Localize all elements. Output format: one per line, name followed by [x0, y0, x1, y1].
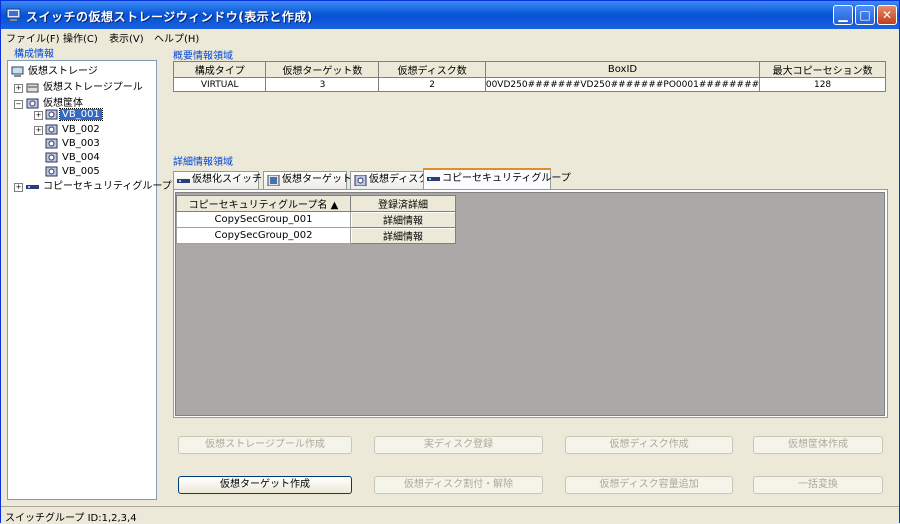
tab-virtual-target[interactable]: 仮想ターゲット: [263, 171, 352, 189]
menu-file[interactable]: ファイル(F): [6, 30, 60, 45]
copy-security-grid-area[interactable]: コピーセキュリティグループ名 ▲ 登録済詳細 CopySecGroup_001 …: [175, 192, 885, 416]
tree-item-copy-security[interactable]: コピーセキュリティグループ: [26, 180, 174, 193]
storage-app-icon: [6, 8, 21, 21]
tree-item-vb-002[interactable]: VB_002: [45, 123, 102, 136]
config-panel-label: 構成情報: [14, 49, 54, 60]
details-button[interactable]: 詳細情報: [350, 227, 456, 244]
summary-section-label: 概要情報領域: [173, 51, 233, 62]
virtual-disk-icon: [354, 175, 367, 186]
status-text: スイッチグループ ID:1,2,3,4: [5, 513, 137, 524]
tree-label: VB_003: [62, 138, 100, 149]
tab-label: 仮想ターゲット: [282, 174, 352, 185]
tree-item-virtual-storage[interactable]: 仮想ストレージ: [11, 65, 100, 78]
copy-security-group-icon: [26, 184, 39, 189]
summary-cell: 00VD250#######VD250#######PO0001########: [484, 77, 761, 92]
close-button[interactable]: ✕: [877, 5, 897, 25]
create-storage-pool-button[interactable]: 仮想ストレージプール作成: [178, 436, 352, 454]
summary-col-header[interactable]: 最大コピーセション数: [759, 61, 886, 78]
group-name-cell: CopySecGroup_001: [176, 211, 351, 228]
config-tree[interactable]: 仮想ストレージ + 仮想ストレージプール − 仮想筐体 + VB_001 + V…: [7, 60, 172, 500]
minimize-icon: ▁: [838, 8, 848, 22]
virtual-storage-icon: [11, 66, 24, 77]
create-virtual-chassis-button[interactable]: 仮想筐体作成: [753, 436, 883, 454]
details-button[interactable]: 詳細情報: [350, 211, 456, 228]
virtual-target-icon: [267, 175, 280, 186]
menu-bar: ファイル(F) 操作(C) 表示(V) ヘルプ(H): [1, 29, 899, 45]
grid-col-header-group-name[interactable]: コピーセキュリティグループ名 ▲: [176, 195, 351, 212]
status-bar: スイッチグループ ID:1,2,3,4: [1, 506, 899, 524]
group-name-cell: CopySecGroup_002: [176, 227, 351, 244]
assign-virtual-disk-button[interactable]: 仮想ディスク割付・解除: [374, 476, 543, 494]
register-real-disk-button[interactable]: 実ディスク登録: [374, 436, 543, 454]
expand-icon[interactable]: +: [14, 84, 23, 93]
copy-security-group-icon: [427, 177, 440, 181]
detail-tab-panel: コピーセキュリティグループ名 ▲ 登録済詳細 CopySecGroup_001 …: [173, 189, 888, 418]
maximize-icon: □: [859, 8, 871, 22]
summary-cell: VIRTUAL: [172, 77, 267, 92]
virtual-box-icon: [45, 138, 58, 148]
tree-item-vb-004[interactable]: VB_004: [45, 151, 102, 164]
summary-cell: 3: [265, 77, 380, 92]
collapse-icon[interactable]: −: [14, 100, 23, 109]
create-virtual-disk-button[interactable]: 仮想ディスク作成: [565, 436, 733, 454]
menu-help[interactable]: ヘルプ(H): [154, 30, 199, 45]
tab-copy-security-group[interactable]: コピーセキュリティグループ: [423, 168, 571, 190]
tab-label: 仮想化スイッチ: [192, 174, 262, 185]
summary-table: 構成タイプ 仮想ターゲット数 仮想ディスク数 BoxID 最大コピーセション数 …: [172, 61, 886, 92]
tree-item-vb-005[interactable]: VB_005: [45, 165, 102, 178]
tree-label: VB_004: [62, 152, 100, 163]
summary-col-header[interactable]: 仮想ターゲット数: [265, 61, 380, 78]
copy-security-grid: コピーセキュリティグループ名 ▲ 登録済詳細 CopySecGroup_001 …: [176, 195, 456, 244]
menu-operation[interactable]: 操作(C): [63, 30, 98, 45]
tree-label: 仮想ストレージ: [28, 66, 98, 77]
tree-item-vb-003[interactable]: VB_003: [45, 137, 102, 150]
tree-label: VB_001: [59, 108, 103, 121]
detail-tabs: 仮想化スイッチ 仮想ターゲット 仮想ディスク コピーセキュリティグループ: [173, 168, 886, 190]
tree-item-pool[interactable]: 仮想ストレージプール: [26, 81, 145, 94]
virtual-box-icon: [45, 109, 58, 119]
detail-section-label: 詳細情報領域: [173, 157, 233, 168]
close-icon: ✕: [881, 8, 893, 22]
maximize-button[interactable]: □: [855, 5, 875, 25]
virtual-box-icon: [45, 166, 58, 176]
virtual-box-icon: [45, 124, 58, 134]
summary-cell: 2: [378, 77, 486, 92]
expand-icon[interactable]: +: [34, 126, 43, 135]
expand-virtual-disk-button[interactable]: 仮想ディスク容量追加: [565, 476, 733, 494]
tab-label: 仮想ディスク: [369, 174, 429, 185]
minimize-button[interactable]: ▁: [833, 5, 853, 25]
expand-icon[interactable]: +: [14, 183, 23, 192]
tree-label: 仮想ストレージプール: [43, 82, 143, 93]
batch-convert-button[interactable]: 一括変換: [753, 476, 883, 494]
window-title: スイッチの仮想ストレージウィンドウ(表示と作成): [26, 10, 313, 24]
tree-item-vb-001[interactable]: VB_001: [45, 108, 103, 121]
summary-col-header[interactable]: BoxID: [484, 61, 761, 78]
title-bar[interactable]: スイッチの仮想ストレージウィンドウ(表示と作成) ▁ □ ✕: [1, 1, 899, 29]
summary-cell: 128: [759, 77, 886, 92]
virtual-box-icon: [45, 152, 58, 162]
app-window: スイッチの仮想ストレージウィンドウ(表示と作成) ▁ □ ✕ ファイル(F) 操…: [0, 0, 900, 524]
tree-label: VB_002: [62, 124, 100, 135]
storage-pool-icon: [26, 83, 39, 92]
tree-label: VB_005: [62, 166, 100, 177]
switch-icon: [177, 179, 190, 183]
summary-header-row: 構成タイプ 仮想ターゲット数 仮想ディスク数 BoxID 最大コピーセション数: [172, 61, 886, 78]
summary-row: VIRTUAL 3 2 00VD250#######VD250#######PO…: [172, 77, 886, 92]
chassis-icon: [26, 98, 39, 108]
tab-virtualization-switch[interactable]: 仮想化スイッチ: [173, 171, 262, 189]
create-virtual-target-button[interactable]: 仮想ターゲット作成: [178, 476, 352, 494]
config-panel: 構成情報 仮想ストレージ + 仮想ストレージプール − 仮想筐体 + VB_00…: [7, 45, 172, 500]
expand-icon[interactable]: +: [34, 111, 43, 120]
summary-col-header[interactable]: 構成タイプ: [172, 61, 267, 78]
grid-header-row: コピーセキュリティグループ名 ▲ 登録済詳細: [176, 195, 456, 212]
tab-label: コピーセキュリティグループ: [442, 173, 571, 184]
tree-label: コピーセキュリティグループ: [43, 181, 172, 192]
summary-col-header[interactable]: 仮想ディスク数: [378, 61, 486, 78]
menu-view[interactable]: 表示(V): [109, 30, 144, 45]
table-row[interactable]: CopySecGroup_002 詳細情報: [176, 227, 456, 244]
grid-col-header-details[interactable]: 登録済詳細: [350, 195, 456, 212]
table-row[interactable]: CopySecGroup_001 詳細情報: [176, 211, 456, 228]
tab-virtual-disk[interactable]: 仮想ディスク: [350, 171, 428, 189]
